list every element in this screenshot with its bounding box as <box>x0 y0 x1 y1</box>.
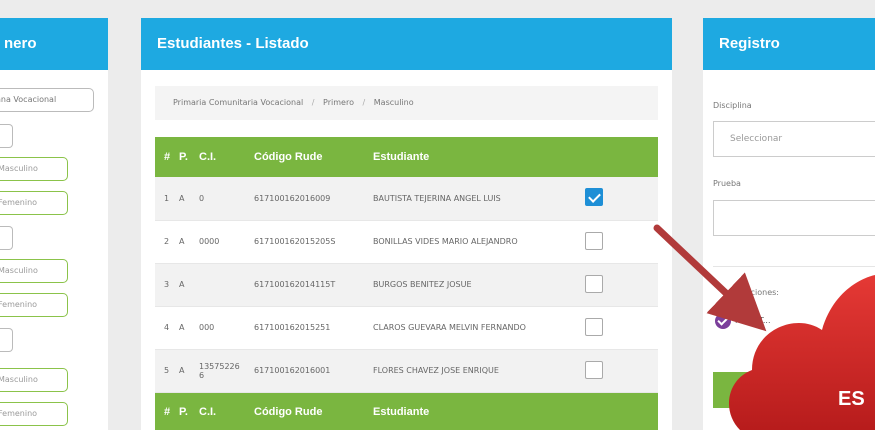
cloud-text: ES <box>838 388 865 410</box>
cloud-icon <box>728 275 875 430</box>
